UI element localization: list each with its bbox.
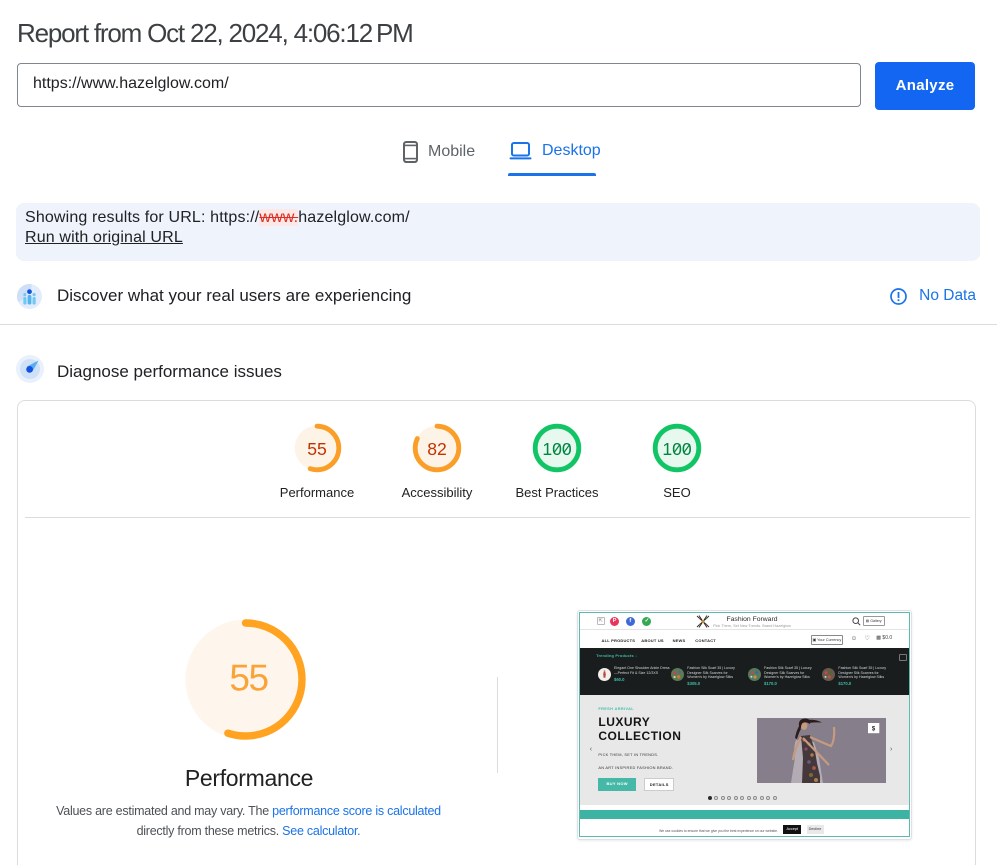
svg-text:55: 55	[229, 658, 268, 699]
svg-text:55: 55	[307, 439, 327, 459]
svg-text:82: 82	[427, 439, 447, 459]
